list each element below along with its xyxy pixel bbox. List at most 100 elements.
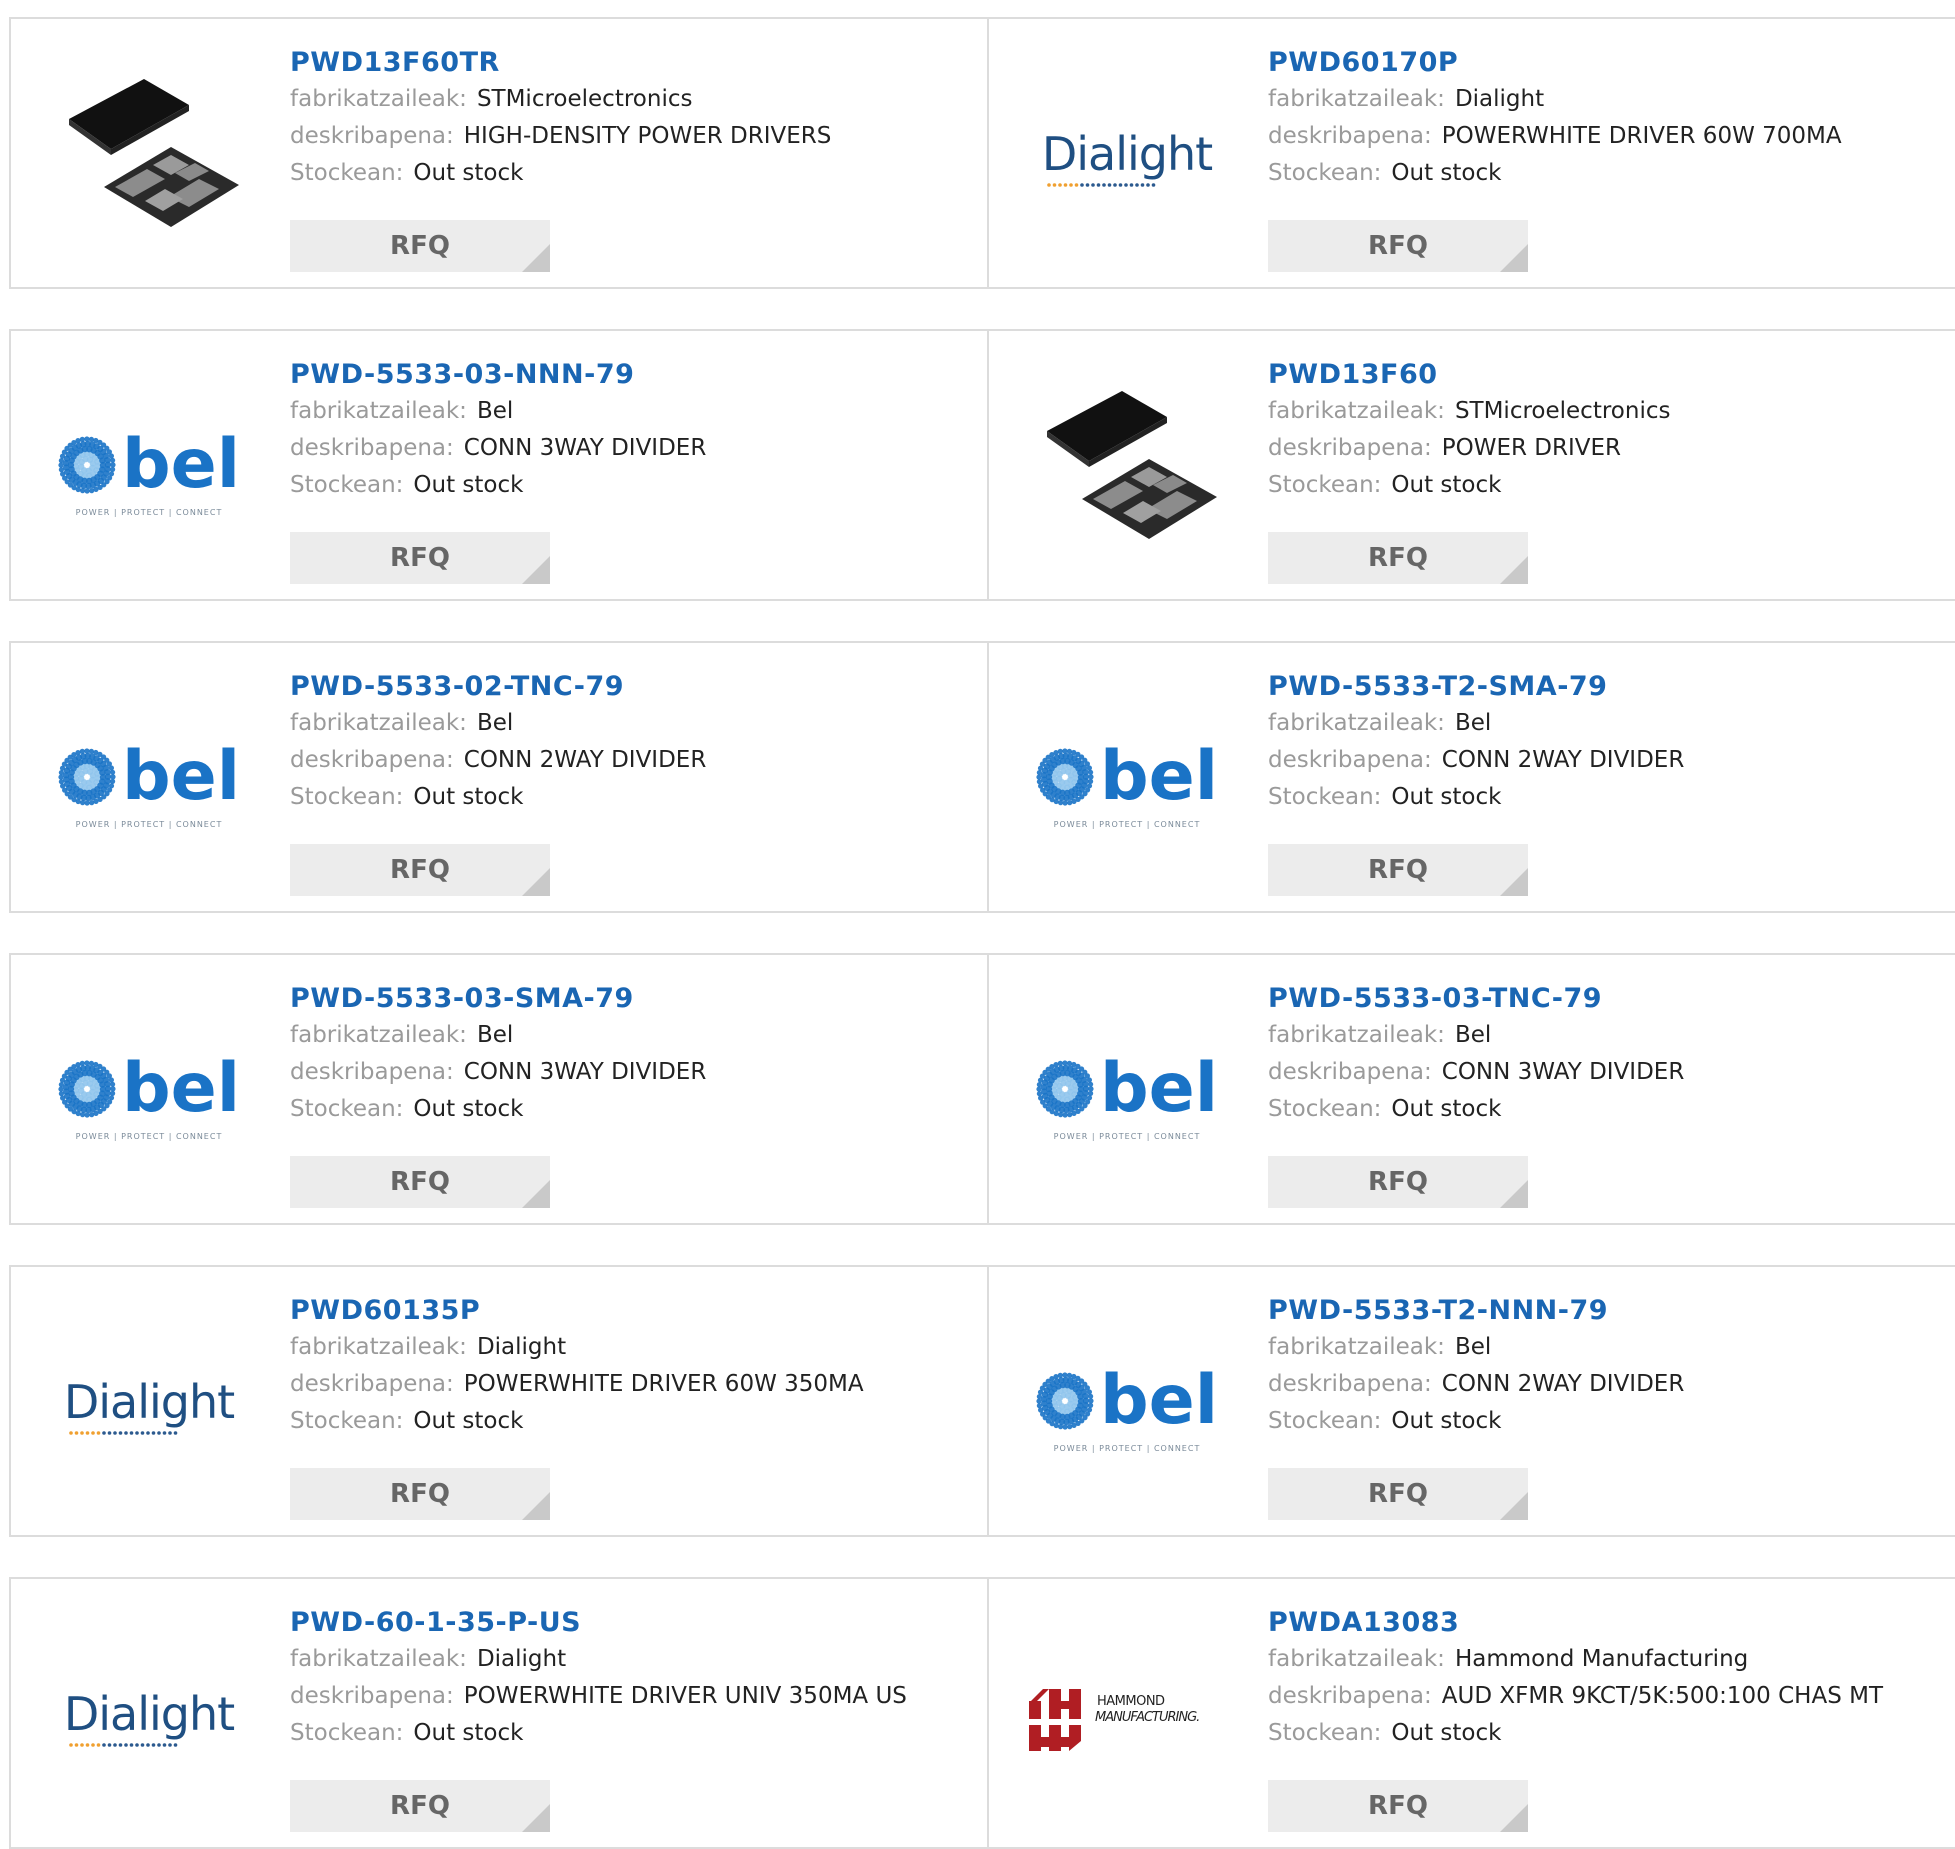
rfq-button[interactable]: RFQ — [290, 844, 550, 896]
bel-logo: bel POWER | PROTECT | CONNECT — [58, 737, 240, 829]
product-thumbnail[interactable]: bel POWER | PROTECT | CONNECT — [1027, 681, 1227, 881]
bel-logo: bel POWER | PROTECT | CONNECT — [1036, 1049, 1218, 1141]
product-info: PWD-5533-T2-NNN-79 fabrikatzaileak: Bel des… — [1268, 1293, 1943, 1440]
description-label: deskribapena: — [1268, 123, 1432, 149]
rfq-button[interactable]: RFQ — [290, 1156, 550, 1208]
manufacturer-label: fabrikatzaileak: — [290, 1022, 467, 1048]
stock-label: Stockean: — [290, 1720, 404, 1746]
product-part-number-link[interactable]: PWD-5533-T2-NNN-79 — [1268, 1293, 1608, 1329]
product-thumbnail[interactable]: Dialight — [1027, 57, 1227, 257]
product-thumbnail[interactable]: Dialight — [49, 1617, 249, 1817]
description-label: deskribapena: — [1268, 1371, 1432, 1397]
product-thumbnail[interactable]: HAMMOND MANUFACTURING. — [1027, 1617, 1227, 1817]
rfq-button[interactable]: RFQ — [1268, 844, 1528, 896]
product-part-number-link[interactable]: PWD13F60 — [1268, 357, 1438, 393]
stock-line: Stockean: Out stock — [290, 1403, 967, 1440]
product-part-number-link[interactable]: PWD60170P — [1268, 45, 1458, 81]
description-label: deskribapena: — [290, 1059, 454, 1085]
manufacturer-label: fabrikatzaileak: — [1268, 86, 1445, 112]
description-label: deskribapena: — [290, 747, 454, 773]
svg-text:HAMMOND: HAMMOND — [1097, 1694, 1165, 1709]
manufacturer-line: fabrikatzaileak: Dialight — [290, 1641, 967, 1678]
stock-label: Stockean: — [1268, 160, 1382, 186]
stock-line: Stockean: Out stock — [1268, 467, 1943, 504]
dialight-logo: Dialight — [1042, 127, 1213, 187]
product-row: PWD13F60TR fabrikatzaileak: STMicroelectro… — [9, 17, 1955, 289]
description-label: deskribapena: — [1268, 1683, 1432, 1709]
stock-label: Stockean: — [290, 1408, 404, 1434]
rfq-button[interactable]: RFQ — [1268, 532, 1528, 584]
description-label: deskribapena: — [1268, 1059, 1432, 1085]
product-info: PWD-5533-02-TNC-79 fabrikatzaileak: Bel des… — [290, 669, 967, 816]
rfq-button[interactable]: RFQ — [290, 1468, 550, 1520]
manufacturer-line: fabrikatzaileak: Dialight — [290, 1329, 967, 1366]
product-part-number-link[interactable]: PWDA13083 — [1268, 1605, 1459, 1641]
description-value: CONN 2WAY DIVIDER — [463, 747, 707, 773]
manufacturer-value: Dialight — [1454, 86, 1545, 112]
product-thumbnail[interactable]: bel POWER | PROTECT | CONNECT — [1027, 1305, 1227, 1505]
product-row: Dialight PWD60135P fabrikatzaileak: Dialigh… — [9, 1265, 1955, 1537]
product-part-number-link[interactable]: PWD-5533-03-NNN-79 — [290, 357, 634, 393]
manufacturer-line: fabrikatzaileak: STMicroelectronics — [1268, 393, 1943, 430]
product-part-number-link[interactable]: PWD-5533-02-TNC-79 — [290, 669, 624, 705]
stock-line: Stockean: Out stock — [290, 467, 967, 504]
product-row: bel POWER | PROTECT | CONNECT PWD-5533-02-… — [9, 641, 1955, 913]
manufacturer-value: Bel — [1454, 710, 1492, 736]
manufacturer-label: fabrikatzaileak: — [290, 398, 467, 424]
rfq-button[interactable]: RFQ — [1268, 1468, 1528, 1520]
product-info: PWDA13083 fabrikatzaileak: Hammond Manufac… — [1268, 1605, 1943, 1752]
manufacturer-line: fabrikatzaileak: Dialight — [1268, 81, 1943, 118]
rfq-button[interactable]: RFQ — [1268, 1780, 1528, 1832]
manufacturer-value: Hammond Manufacturing — [1454, 1646, 1749, 1672]
product-part-number-link[interactable]: PWD-5533-03-SMA-79 — [290, 981, 634, 1017]
svg-text:MANUFACTURING.: MANUFACTURING. — [1095, 1710, 1199, 1725]
manufacturer-value: Dialight — [476, 1334, 567, 1360]
product-info: PWD-60-1-35-P-US fabrikatzaileak: Dialight… — [290, 1605, 967, 1752]
svg-text:bel: bel — [122, 1049, 240, 1128]
stock-label: Stockean: — [1268, 784, 1382, 810]
description-line: deskribapena: POWERWHITE DRIVER 60W 700MA — [1268, 118, 1943, 155]
stock-line: Stockean: Out stock — [1268, 779, 1943, 816]
manufacturer-line: fabrikatzaileak: Bel — [1268, 1017, 1943, 1054]
product-thumbnail[interactable] — [1027, 369, 1227, 569]
description-value: HIGH-DENSITY POWER DRIVERS — [463, 123, 832, 149]
product-card: Dialight PWD60135P fabrikatzaileak: Dialigh… — [11, 1267, 987, 1535]
product-part-number-link[interactable]: PWD-5533-03-TNC-79 — [1268, 981, 1602, 1017]
stock-label: Stockean: — [1268, 472, 1382, 498]
product-thumbnail[interactable]: bel POWER | PROTECT | CONNECT — [1027, 993, 1227, 1193]
stock-line: Stockean: Out stock — [1268, 1091, 1943, 1128]
manufacturer-label: fabrikatzaileak: — [1268, 398, 1445, 424]
description-line: deskribapena: POWERWHITE DRIVER 60W 350MA — [290, 1366, 967, 1403]
manufacturer-line: fabrikatzaileak: STMicroelectronics — [290, 81, 967, 118]
rfq-button[interactable]: RFQ — [290, 220, 550, 272]
description-value: AUD XFMR 9KCT/5K:500:100 CHAS MT — [1441, 1683, 1884, 1709]
product-info: PWD13F60TR fabrikatzaileak: STMicroelectro… — [290, 45, 967, 192]
rfq-button[interactable]: RFQ — [290, 1780, 550, 1832]
description-value: POWER DRIVER — [1441, 435, 1622, 461]
description-value: CONN 3WAY DIVIDER — [463, 435, 707, 461]
rfq-button[interactable]: RFQ — [1268, 220, 1528, 272]
stock-value: Out stock — [1391, 1720, 1502, 1746]
product-part-number-link[interactable]: PWD60135P — [290, 1293, 480, 1329]
product-card: Dialight PWD60170P fabrikatzaileak: Dialigh… — [987, 19, 1955, 287]
description-line: deskribapena: CONN 2WAY DIVIDER — [290, 742, 967, 779]
manufacturer-value: STMicroelectronics — [1454, 398, 1671, 424]
bel-logo: bel POWER | PROTECT | CONNECT — [58, 425, 240, 517]
hammond-logo: HAMMONDMANUFACTURING. — [1029, 1689, 1200, 1751]
description-value: POWERWHITE DRIVER 60W 350MA — [463, 1371, 864, 1397]
manufacturer-line: fabrikatzaileak: Bel — [290, 1017, 967, 1054]
manufacturer-line: fabrikatzaileak: Hammond Manufacturing — [1268, 1641, 1943, 1678]
rfq-button[interactable]: RFQ — [1268, 1156, 1528, 1208]
product-thumbnail[interactable]: bel POWER | PROTECT | CONNECT — [49, 993, 249, 1193]
product-part-number-link[interactable]: PWD13F60TR — [290, 45, 500, 81]
product-thumbnail[interactable] — [49, 57, 249, 257]
product-part-number-link[interactable]: PWD-60-1-35-P-US — [290, 1605, 581, 1641]
product-card: HAMMOND MANUFACTURING. PWDA13083 fabrikatza… — [987, 1579, 1955, 1847]
chip-image — [69, 79, 239, 227]
product-part-number-link[interactable]: PWD-5533-T2-SMA-79 — [1268, 669, 1607, 705]
rfq-button[interactable]: RFQ — [290, 532, 550, 584]
product-thumbnail[interactable]: Dialight — [49, 1305, 249, 1505]
product-card: PWD13F60TR fabrikatzaileak: STMicroelectro… — [11, 19, 987, 287]
product-thumbnail[interactable]: bel POWER | PROTECT | CONNECT — [49, 369, 249, 569]
product-thumbnail[interactable]: bel POWER | PROTECT | CONNECT — [49, 681, 249, 881]
